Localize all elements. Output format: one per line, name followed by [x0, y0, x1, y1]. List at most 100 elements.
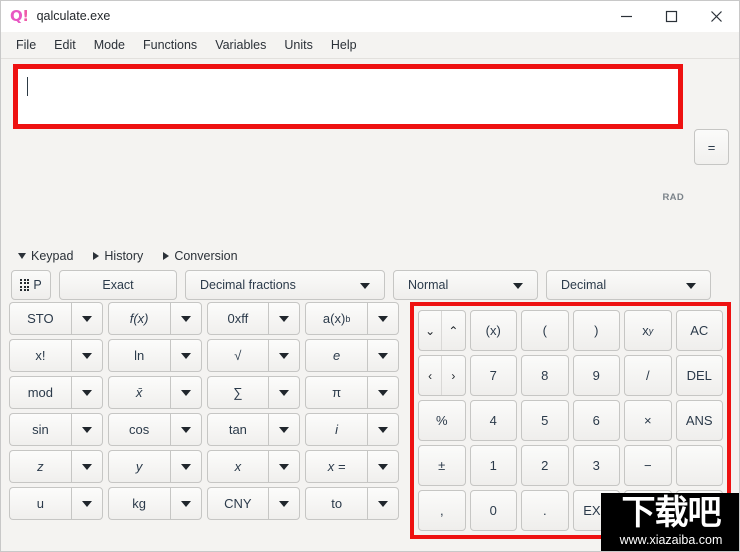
menu-item-mode[interactable]: Mode: [85, 35, 134, 55]
dropdown-arrow-button[interactable]: [367, 302, 399, 335]
keypad-toggle-button[interactable]: P: [11, 270, 51, 300]
fraction-mode-select[interactable]: Decimal fractions: [185, 270, 385, 300]
menu-item-variables[interactable]: Variables: [206, 35, 275, 55]
function-button-u[interactable]: u: [9, 487, 103, 520]
menu-item-units[interactable]: Units: [275, 35, 321, 55]
nav-horizontal-button[interactable]: ‹ ›: [418, 355, 466, 396]
key-0[interactable]: 0: [469, 490, 517, 531]
menu-item-edit[interactable]: Edit: [45, 35, 85, 55]
equals-button[interactable]: =: [694, 129, 729, 165]
function-button-hex[interactable]: 0xff: [206, 302, 301, 335]
dropdown-arrow-button[interactable]: [268, 450, 301, 483]
dropdown-arrow-button[interactable]: [268, 302, 301, 335]
dropdown-arrow-button[interactable]: [169, 376, 202, 409]
function-button-factorial[interactable]: x!: [9, 339, 103, 372]
function-button-sto[interactable]: STO: [9, 302, 103, 335]
dropdown-arrow-button[interactable]: [367, 487, 399, 520]
arrow-up-icon[interactable]: ⌃: [442, 311, 464, 350]
key-answer[interactable]: ANS: [675, 400, 723, 441]
arrow-left-icon[interactable]: ‹: [419, 356, 443, 395]
section-toggle-keypad[interactable]: Keypad: [18, 249, 73, 263]
dropdown-arrow-button[interactable]: [70, 487, 103, 520]
exact-button[interactable]: Exact: [59, 270, 177, 300]
dropdown-arrow-button[interactable]: [169, 339, 202, 372]
dropdown-arrow-button[interactable]: [268, 339, 301, 372]
section-toggle-conversion[interactable]: Conversion: [163, 249, 238, 263]
key-plus-minus[interactable]: ±: [418, 445, 466, 486]
function-button-x[interactable]: x: [206, 450, 301, 483]
minimize-icon[interactable]: [604, 1, 649, 31]
angle-mode-label[interactable]: RAD: [663, 192, 684, 203]
number-base-select[interactable]: Decimal: [546, 270, 711, 300]
key-1[interactable]: 1: [469, 445, 517, 486]
key-power[interactable]: xy: [624, 310, 672, 351]
key-divide[interactable]: /: [624, 355, 672, 396]
approximation-select[interactable]: Normal: [393, 270, 538, 300]
dropdown-arrow-button[interactable]: [169, 413, 202, 446]
key-4[interactable]: 4: [469, 400, 517, 441]
menu-item-file[interactable]: File: [7, 35, 45, 55]
dropdown-arrow-button[interactable]: [70, 376, 103, 409]
key-multiply[interactable]: ×: [624, 400, 672, 441]
key-9[interactable]: 9: [572, 355, 620, 396]
function-button-xbar[interactable]: x̄: [107, 376, 202, 409]
dropdown-arrow-button[interactable]: [268, 487, 301, 520]
key-2[interactable]: 2: [521, 445, 569, 486]
close-icon[interactable]: [694, 1, 739, 31]
dropdown-arrow-button[interactable]: [70, 413, 103, 446]
dropdown-arrow-button[interactable]: [70, 302, 103, 335]
dropdown-arrow-button[interactable]: [367, 413, 399, 446]
function-button-cos[interactable]: cos: [107, 413, 202, 446]
key-delete[interactable]: DEL: [675, 355, 723, 396]
key-close-paren[interactable]: ): [572, 310, 620, 351]
function-button-sqrt[interactable]: √: [206, 339, 301, 372]
key-percent[interactable]: %: [418, 400, 466, 441]
expression-input[interactable]: [13, 64, 683, 129]
key-comma[interactable]: ,: [418, 490, 466, 531]
key-parenthesis-x[interactable]: (x): [469, 310, 517, 351]
function-button-tan[interactable]: tan: [206, 413, 301, 446]
key-7[interactable]: 7: [469, 355, 517, 396]
function-button-ln[interactable]: ln: [107, 339, 202, 372]
function-button-e[interactable]: e: [305, 339, 399, 372]
dropdown-arrow-button[interactable]: [367, 450, 399, 483]
function-button-kg[interactable]: kg: [107, 487, 202, 520]
key-all-clear[interactable]: AC: [675, 310, 723, 351]
dropdown-arrow-button[interactable]: [169, 302, 202, 335]
dropdown-arrow-button[interactable]: [70, 450, 103, 483]
arrow-right-icon[interactable]: ›: [442, 356, 464, 395]
dropdown-arrow-button[interactable]: [169, 450, 202, 483]
nav-vertical-button[interactable]: ⌄ ⌃: [418, 310, 466, 351]
arrow-down-icon[interactable]: ⌄: [419, 311, 443, 350]
key-6[interactable]: 6: [572, 400, 620, 441]
menu-item-help[interactable]: Help: [322, 35, 366, 55]
function-button-y[interactable]: y: [107, 450, 202, 483]
dropdown-arrow-button[interactable]: [169, 487, 202, 520]
key-plus[interactable]: [675, 445, 723, 486]
dropdown-arrow-button[interactable]: [268, 376, 301, 409]
maximize-icon[interactable]: [649, 1, 694, 31]
function-button-i[interactable]: i: [305, 413, 399, 446]
section-toggle-history[interactable]: History: [93, 249, 143, 263]
function-button-to[interactable]: to: [305, 487, 399, 520]
function-button-sum[interactable]: ∑: [206, 376, 301, 409]
function-button-xequals[interactable]: x =: [305, 450, 399, 483]
function-button-z[interactable]: z: [9, 450, 103, 483]
function-button-axb[interactable]: a(x) b: [305, 302, 399, 335]
dropdown-arrow-button[interactable]: [367, 339, 399, 372]
function-button-mod[interactable]: mod: [9, 376, 103, 409]
menu-item-functions[interactable]: Functions: [134, 35, 206, 55]
function-button-fx[interactable]: f(x): [107, 302, 202, 335]
key-open-paren[interactable]: (: [521, 310, 569, 351]
key-decimal-point[interactable]: .: [521, 490, 569, 531]
function-button-sin[interactable]: sin: [9, 413, 103, 446]
function-button-pi[interactable]: π: [305, 376, 399, 409]
key-3[interactable]: 3: [572, 445, 620, 486]
dropdown-arrow-button[interactable]: [70, 339, 103, 372]
key-5[interactable]: 5: [521, 400, 569, 441]
function-button-cny[interactable]: CNY: [206, 487, 301, 520]
dropdown-arrow-button[interactable]: [268, 413, 301, 446]
key-8[interactable]: 8: [521, 355, 569, 396]
dropdown-arrow-button[interactable]: [367, 376, 399, 409]
key-minus[interactable]: −: [624, 445, 672, 486]
